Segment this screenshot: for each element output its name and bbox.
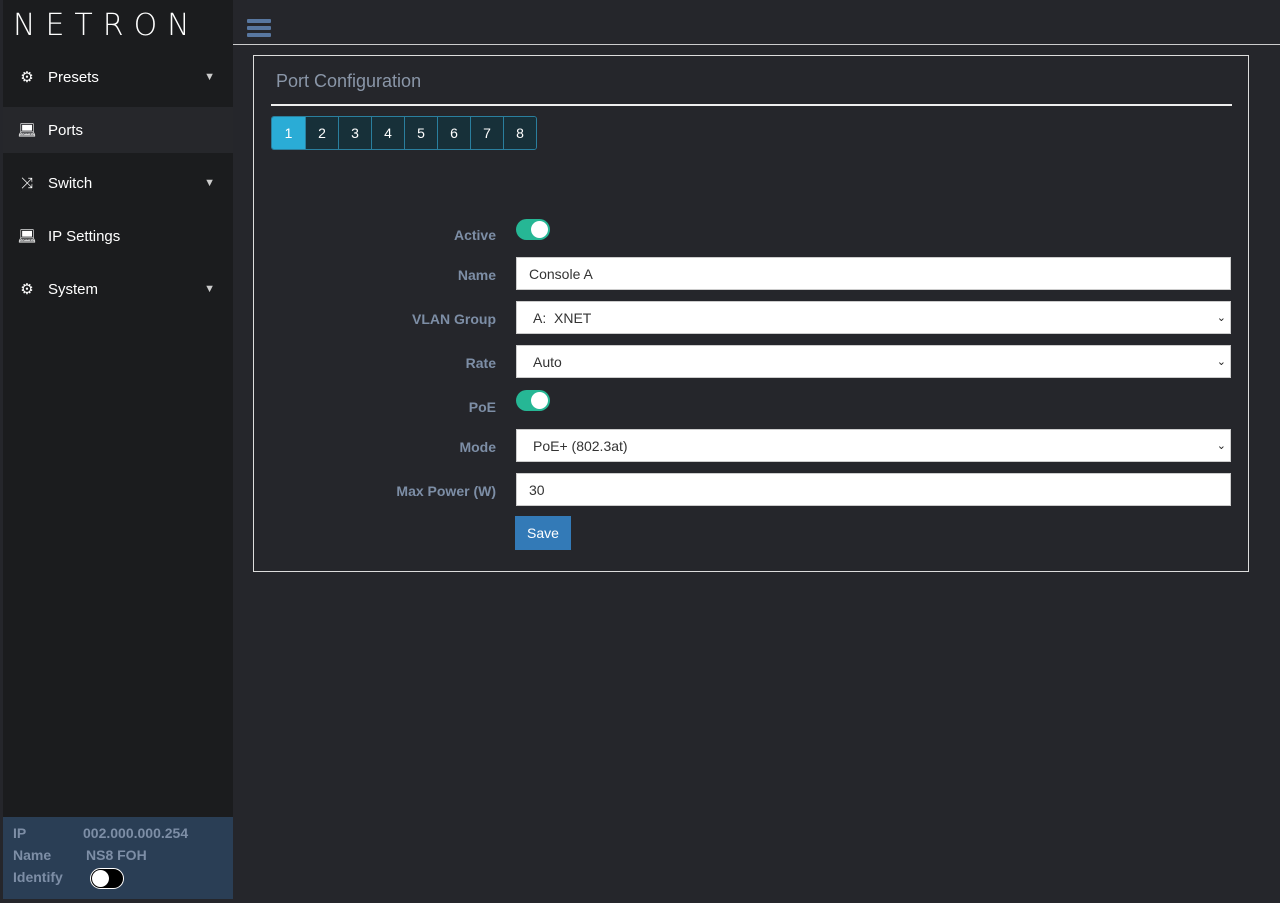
- port-tab-7[interactable]: 7: [470, 117, 503, 149]
- rate-label: Rate: [465, 355, 496, 371]
- gear-icon: ⚙: [20, 281, 34, 298]
- identify-toggle[interactable]: [90, 868, 124, 889]
- device-info-panel: IP 002.000.000.254 Name NS8 FOH Identify: [3, 817, 233, 899]
- logo: NETRON: [13, 8, 200, 43]
- ip-value: 002.000.000.254: [83, 825, 189, 841]
- active-label: Active: [453, 227, 496, 243]
- port-configuration-card: Port Configuration 1 2 3 4 5 6 7 8 Activ…: [253, 55, 1249, 572]
- port-tab-8[interactable]: 8: [503, 117, 536, 149]
- sidebar-item-label: Switch: [48, 174, 93, 192]
- port-tab-1[interactable]: 1: [272, 117, 305, 149]
- ip-label: IP: [13, 825, 27, 841]
- port-tabs: 1 2 3 4 5 6 7 8: [271, 116, 537, 150]
- port-tab-6[interactable]: 6: [437, 117, 470, 149]
- sidebar: NETRON ⚙ Presets ▼ 💻︎ Ports ⤨ Switch ▼ 💻︎ IP S…: [3, 0, 233, 899]
- poe-toggle[interactable]: [516, 390, 550, 411]
- sidebar-item-ports[interactable]: 💻︎ Ports: [3, 107, 233, 153]
- port-tab-5[interactable]: 5: [404, 117, 437, 149]
- vlan-group-select[interactable]: A: XNET ⌄: [516, 301, 1231, 334]
- header-divider: [233, 44, 1280, 45]
- chevron-down-icon: ▼: [204, 283, 215, 295]
- name-input[interactable]: Console A: [516, 257, 1231, 290]
- sidebar-item-label: System: [48, 280, 99, 298]
- port-tab-3[interactable]: 3: [338, 117, 371, 149]
- sidebar-item-ip-settings[interactable]: 💻︎ IP Settings: [3, 213, 233, 259]
- chevron-down-icon: ▼: [204, 71, 215, 83]
- max-power-input[interactable]: 30: [516, 473, 1231, 506]
- laptop-icon: 💻︎: [17, 122, 37, 139]
- vlan-value: A: XNET: [533, 309, 592, 326]
- mode-label: Mode: [459, 439, 496, 455]
- sidebar-item-label: Presets: [48, 68, 99, 86]
- active-toggle[interactable]: [516, 219, 550, 240]
- save-button[interactable]: Save: [515, 516, 571, 550]
- identify-label: Identify: [13, 869, 63, 885]
- rate-select[interactable]: Auto ⌄: [516, 345, 1231, 378]
- sidebar-item-presets[interactable]: ⚙ Presets ▼: [3, 54, 233, 100]
- max-power-label: Max Power (W): [396, 483, 496, 499]
- card-title: Port Configuration: [276, 71, 422, 91]
- poe-label: PoE: [468, 399, 496, 415]
- name-label: Name: [457, 267, 496, 283]
- shuffle-icon: ⤨: [20, 174, 33, 192]
- vlan-group-label: VLAN Group: [412, 311, 496, 327]
- mode-value: PoE+ (802.3at): [533, 437, 628, 454]
- sidebar-item-label: IP Settings: [48, 227, 121, 245]
- max-power-value: 30: [529, 481, 545, 498]
- port-tab-2[interactable]: 2: [305, 117, 338, 149]
- mode-select[interactable]: PoE+ (802.3at) ⌄: [516, 429, 1231, 462]
- laptop-icon: 💻︎: [17, 228, 37, 245]
- chevron-down-icon: ▼: [204, 177, 215, 189]
- chevron-down-icon: ⌄: [1216, 356, 1226, 368]
- title-divider: [271, 104, 1232, 106]
- rate-value: Auto: [533, 353, 562, 370]
- toggle-knob: [92, 870, 109, 887]
- toggle-knob: [531, 392, 548, 409]
- port-tab-4[interactable]: 4: [371, 117, 404, 149]
- chevron-down-icon: ⌄: [1216, 312, 1226, 324]
- name-value: NS8 FOH: [86, 847, 147, 863]
- sidebar-item-label: Ports: [48, 121, 84, 139]
- gear-icon: ⚙: [20, 69, 34, 86]
- menu-icon[interactable]: [247, 19, 271, 40]
- chevron-down-icon: ⌄: [1216, 440, 1226, 452]
- sidebar-item-switch[interactable]: ⤨ Switch ▼: [3, 160, 233, 206]
- sidebar-item-system[interactable]: ⚙ System ▼: [3, 266, 233, 312]
- name-value: Console A: [529, 265, 593, 282]
- toggle-knob: [531, 221, 548, 238]
- name-label: Name: [13, 847, 52, 863]
